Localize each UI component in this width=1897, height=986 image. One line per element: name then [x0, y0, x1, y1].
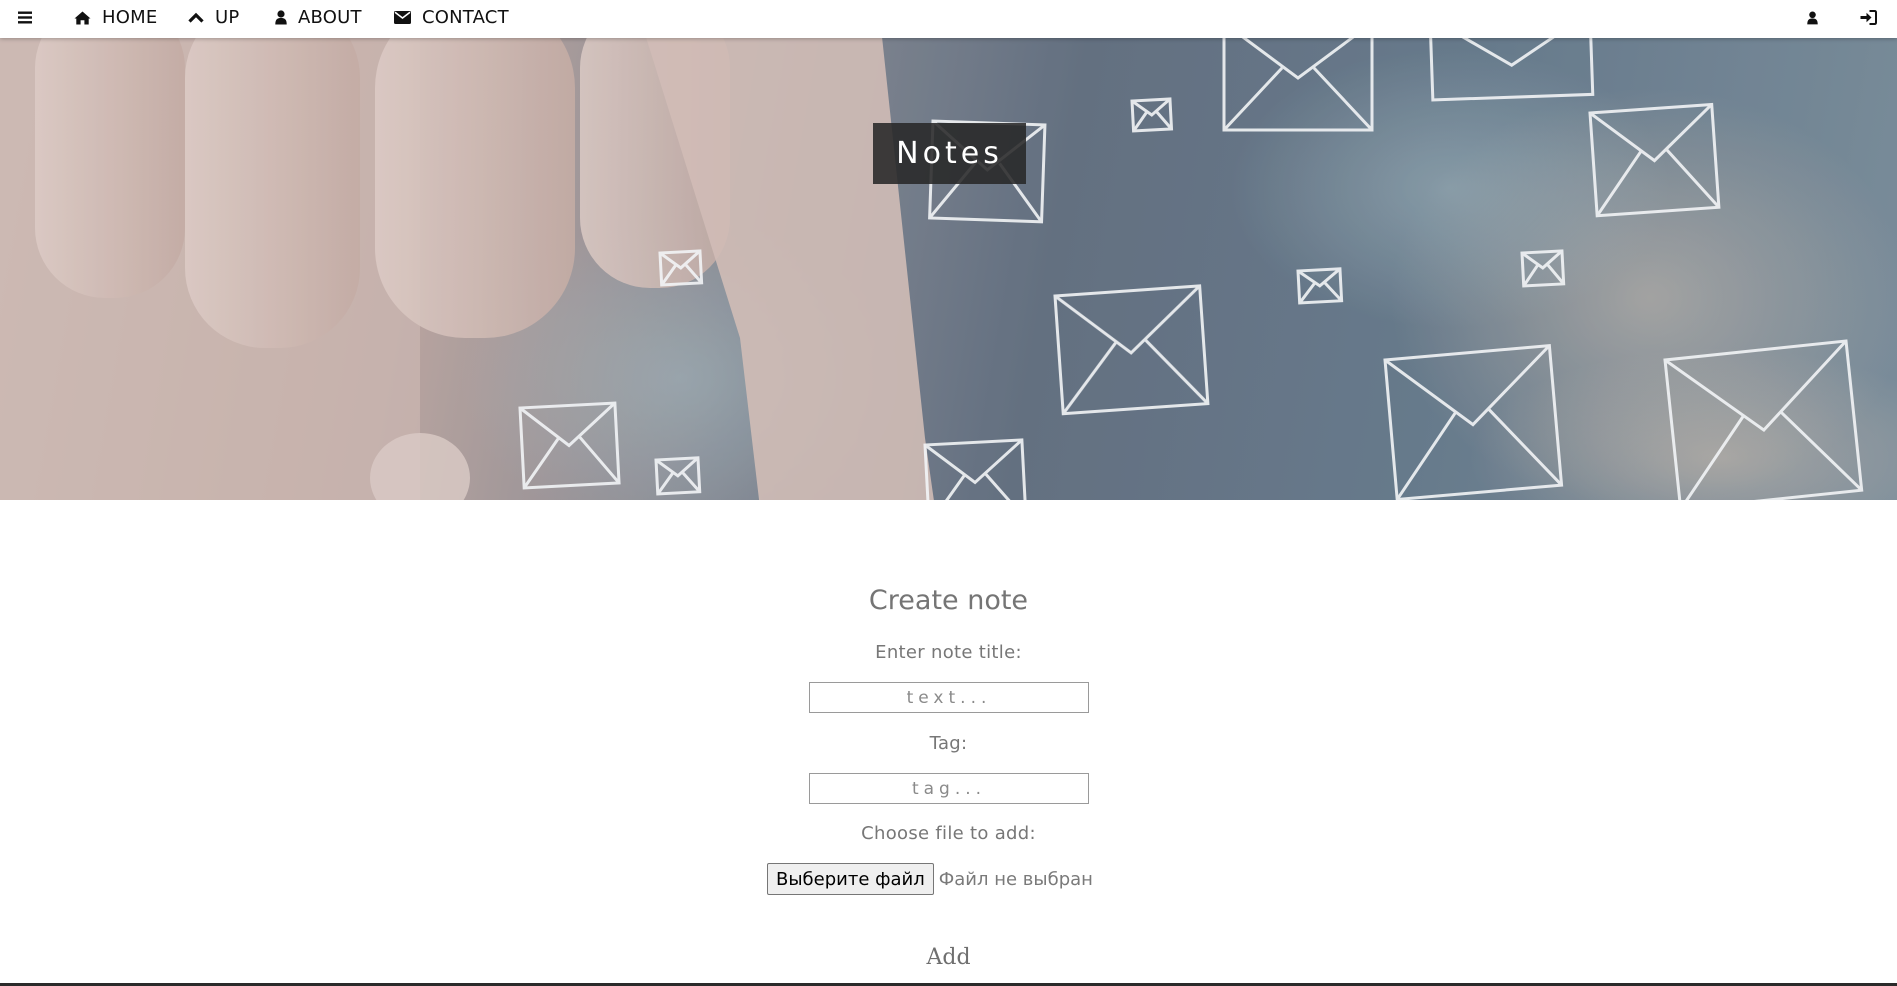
nav-home[interactable]: HOME: [74, 0, 157, 35]
nav-about[interactable]: ABOUT: [275, 0, 362, 35]
top-navbar: HOME UP ABOUT CONTACT: [0, 0, 1897, 38]
hero-banner: Notes: [0, 38, 1897, 500]
user-icon: [275, 10, 287, 25]
nav-about-label: ABOUT: [298, 7, 362, 28]
file-status-text: Файл не выбран: [938, 868, 1093, 890]
nav-home-label: HOME: [102, 7, 158, 28]
nav-contact-label: CONTACT: [422, 7, 509, 28]
tag-input[interactable]: [809, 773, 1089, 804]
chevron-up-icon: [188, 12, 204, 23]
envelope-icon: [394, 11, 411, 24]
page-title: Notes: [896, 136, 1003, 171]
sign-in-icon: [1860, 10, 1877, 25]
home-icon: [74, 11, 91, 25]
nav-up-label: UP: [215, 7, 240, 28]
user-icon: [1807, 10, 1818, 25]
add-button[interactable]: Add: [0, 945, 1897, 970]
note-title-input[interactable]: [809, 682, 1089, 713]
hero-title-box: Notes: [873, 123, 1026, 184]
choose-file-button[interactable]: Выберите файл: [767, 863, 934, 895]
file-label: Choose file to add:: [861, 823, 1036, 844]
sign-in-button[interactable]: [1860, 0, 1877, 35]
hero-background-image: [0, 38, 1897, 500]
menu-button[interactable]: [18, 0, 32, 35]
file-picker: Выберите файл Файл не выбран: [767, 863, 1093, 895]
account-button[interactable]: [1807, 0, 1818, 35]
bars-icon: [18, 11, 32, 24]
title-label: Enter note title:: [875, 642, 1022, 663]
nav-contact[interactable]: CONTACT: [394, 0, 509, 35]
tag-label: Tag:: [929, 733, 968, 754]
nav-up[interactable]: UP: [188, 0, 239, 35]
form-heading: Create note: [868, 585, 1029, 616]
